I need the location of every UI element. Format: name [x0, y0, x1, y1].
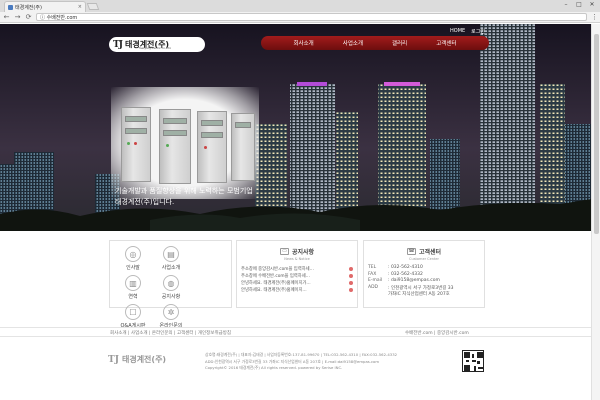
telephone-icon: ☎ — [406, 247, 416, 255]
customer-center-title: 고객센터 — [418, 248, 442, 256]
browser-toolbar: ← → ⟳ ⓘ 수배전반.com ⋮ — [0, 12, 600, 23]
scrollbar-thumb[interactable] — [594, 34, 599, 234]
copyright-text: Copyright© 2016 태경계전(주) All rights reser… — [205, 365, 343, 370]
company-info-line: 상호명:태경계전(주) | 대표자:김태경 | 사업자등록번호:137-81-9… — [205, 352, 398, 357]
bar-chart-icon: ▥ — [125, 275, 141, 291]
footer-logo: TJ 태경계전(주) — [108, 354, 166, 365]
notice-item[interactable]: 안녕하세요. 태경계전(주)홈페이지… — [241, 286, 353, 293]
gear-icon: ✲ — [163, 304, 179, 320]
footer-menu-links[interactable]: 회사소개 | 사업소개 | 온라인문의 | 고객센터 | 개인정보취급방침 — [110, 330, 231, 336]
footer: TJ 태경계전(주) 상호명:태경계전(주) | 대표자:김태경 | 사업자등록… — [0, 342, 591, 400]
contact-value: 가좌IC 지식산업센터 A동 207호 — [388, 292, 450, 297]
globe-icon: ◎ — [125, 246, 141, 262]
close-window-button[interactable]: ✕ — [586, 1, 598, 9]
notice-item-text: 안녕하세요. 태경계전(주)홈페이지가… — [241, 280, 311, 286]
qr-code-image — [462, 350, 484, 372]
tab-title: 태경계전(주) — [15, 4, 42, 11]
browser-menu-icon[interactable]: ⋮ — [591, 13, 598, 21]
slogan-line-2: 태경계전(주)입니다. — [115, 198, 175, 206]
new-badge-icon — [349, 280, 353, 285]
new-badge-icon — [349, 266, 353, 271]
minimize-button[interactable]: – — [560, 1, 572, 9]
chat-icon: ☐ — [125, 304, 141, 320]
quick-item-label: 공지사항 — [161, 294, 181, 300]
hero-slogan: 기술개발과 품질향상을 위해 노력하는 모범기업 태경계전(주)입니다. — [115, 186, 253, 208]
company-info: 상호명:태경계전(주) | 대표자:김태경 | 사업자등록번호:137-81-9… — [205, 352, 397, 372]
browser-tab[interactable]: 태경계전(주) × — [4, 1, 86, 12]
web-page: HOME 로그인 TJ 태경계전(주) Taekyung Electric Co… — [0, 24, 591, 400]
new-badge-icon — [349, 273, 353, 278]
footer-logo-name: 태경계전(주) — [121, 355, 167, 364]
quick-menu: ◎ 인사말 ▤ 사업소개 ▥ 연혁 ◍ 공지사항 ☐ Q&A게시판 ✲ 온라인문… — [109, 240, 232, 329]
window-controls: – □ ✕ — [560, 1, 598, 9]
footer-domain-links[interactable]: 수배전반.com | 중앙감시반.com — [405, 330, 469, 336]
logo-mark: TJ — [113, 39, 123, 50]
home-link[interactable]: HOME — [450, 28, 465, 35]
new-tab-button[interactable] — [86, 3, 100, 10]
hero-banner: HOME 로그인 TJ 태경계전(주) Taekyung Electric Co… — [0, 24, 591, 231]
megaphone-icon: ◍ — [163, 275, 179, 291]
nav-item-gallery[interactable]: 갤러리 — [392, 39, 407, 47]
nav-item-business[interactable]: 사업소개 — [343, 39, 363, 47]
forward-button[interactable]: → — [14, 13, 21, 22]
maximize-button[interactable]: □ — [573, 1, 585, 9]
main-nav: 회사소개 사업소개 갤러리 고객센터 — [261, 36, 489, 50]
notice-item-text: 주소창에 수배전반.com을 입력하세… — [241, 273, 310, 279]
quick-item-label: 인사말 — [126, 265, 140, 271]
browser-window: 태경계전(주) × – □ ✕ ← → ⟳ ⓘ 수배전반.com ⋮ HOME … — [0, 0, 600, 400]
notice-item[interactable]: 주소창에 중앙감시반.com을 입력하세… — [241, 265, 353, 272]
customer-center-subtitle: Customer Center — [409, 257, 439, 261]
footer-links-bar: 회사소개 | 사업소개 | 온라인문의 | 고객센터 | 개인정보취급방침 수배… — [0, 327, 591, 337]
quick-item-label: 사업소개 — [161, 265, 181, 271]
nav-item-support[interactable]: 고객센터 — [436, 39, 456, 47]
notice-item[interactable]: 주소창에 수배전반.com을 입력하세… — [241, 272, 353, 279]
login-link[interactable]: 로그인 — [471, 28, 485, 35]
customer-center-header: ☎ 고객센터 — [368, 245, 480, 257]
new-badge-icon — [349, 287, 353, 292]
tab-bar: 태경계전(주) × – □ ✕ — [0, 0, 600, 12]
reload-button[interactable]: ⟳ — [25, 13, 32, 22]
cabinet-image — [231, 113, 255, 181]
notice-list: 주소창에 중앙감시반.com을 입력하세… 주소창에 수배전반.com을 입력하… — [241, 265, 353, 293]
quick-item-label: 연혁 — [128, 294, 138, 300]
city-skyline-image — [0, 24, 591, 231]
url-text: ⓘ 수배전반.com — [40, 14, 78, 21]
quick-item-business[interactable]: ▤ 사업소개 — [152, 246, 190, 275]
site-logo[interactable]: TJ 태경계전(주) Taekyung Electric Co.,Ltd. — [109, 37, 205, 52]
contact-row: 가좌IC 지식산업센터 A동 207호 — [368, 291, 480, 298]
notice-item[interactable]: 안녕하세요. 태경계전(주)홈페이지가… — [241, 279, 353, 286]
footer-logo-mark: TJ — [108, 354, 119, 365]
cabinet-image — [121, 107, 151, 182]
document-icon: ▤ — [163, 246, 179, 262]
vertical-scrollbar[interactable] — [591, 24, 600, 400]
notice-item-text: 주소창에 중앙감시반.com을 입력하세… — [241, 266, 314, 272]
board-icon: ▭ — [279, 247, 289, 255]
address-bar[interactable]: ⓘ 수배전반.com — [36, 13, 587, 21]
cabinet-image — [159, 109, 191, 184]
top-links: HOME 로그인 — [450, 28, 485, 35]
notice-title[interactable]: 공지사항 — [292, 247, 314, 256]
switchgear-photo — [111, 87, 259, 199]
notice-subtitle: News & Notice — [284, 257, 310, 261]
notice-box: ▭ 공지사항 News & Notice 주소창에 중앙감시반.com을 입력하… — [236, 240, 358, 308]
nav-item-company[interactable]: 회사소개 — [294, 39, 314, 47]
quick-item-notice[interactable]: ◍ 공지사항 — [152, 275, 190, 304]
back-button[interactable]: ← — [3, 13, 10, 22]
notice-item-text: 안녕하세요. 태경계전(주)홈페이지… — [241, 287, 307, 293]
quick-item-history[interactable]: ▥ 연혁 — [114, 275, 152, 304]
favicon-icon — [8, 4, 13, 10]
slogan-line-1: 기술개발과 품질향상을 위해 노력하는 모범기업 — [115, 187, 253, 195]
notice-header: ▭ 공지사항 — [241, 245, 353, 257]
contact-key — [368, 291, 388, 298]
cabinet-image — [197, 111, 227, 183]
quick-item-greeting[interactable]: ◎ 인사말 — [114, 246, 152, 275]
tab-close-icon[interactable]: × — [78, 4, 85, 10]
logo-subtitle: Taekyung Electric Co.,Ltd. — [139, 47, 172, 50]
customer-center-box: ☎ 고객센터 Customer Center TEL: 032-562-4310… — [363, 240, 485, 308]
